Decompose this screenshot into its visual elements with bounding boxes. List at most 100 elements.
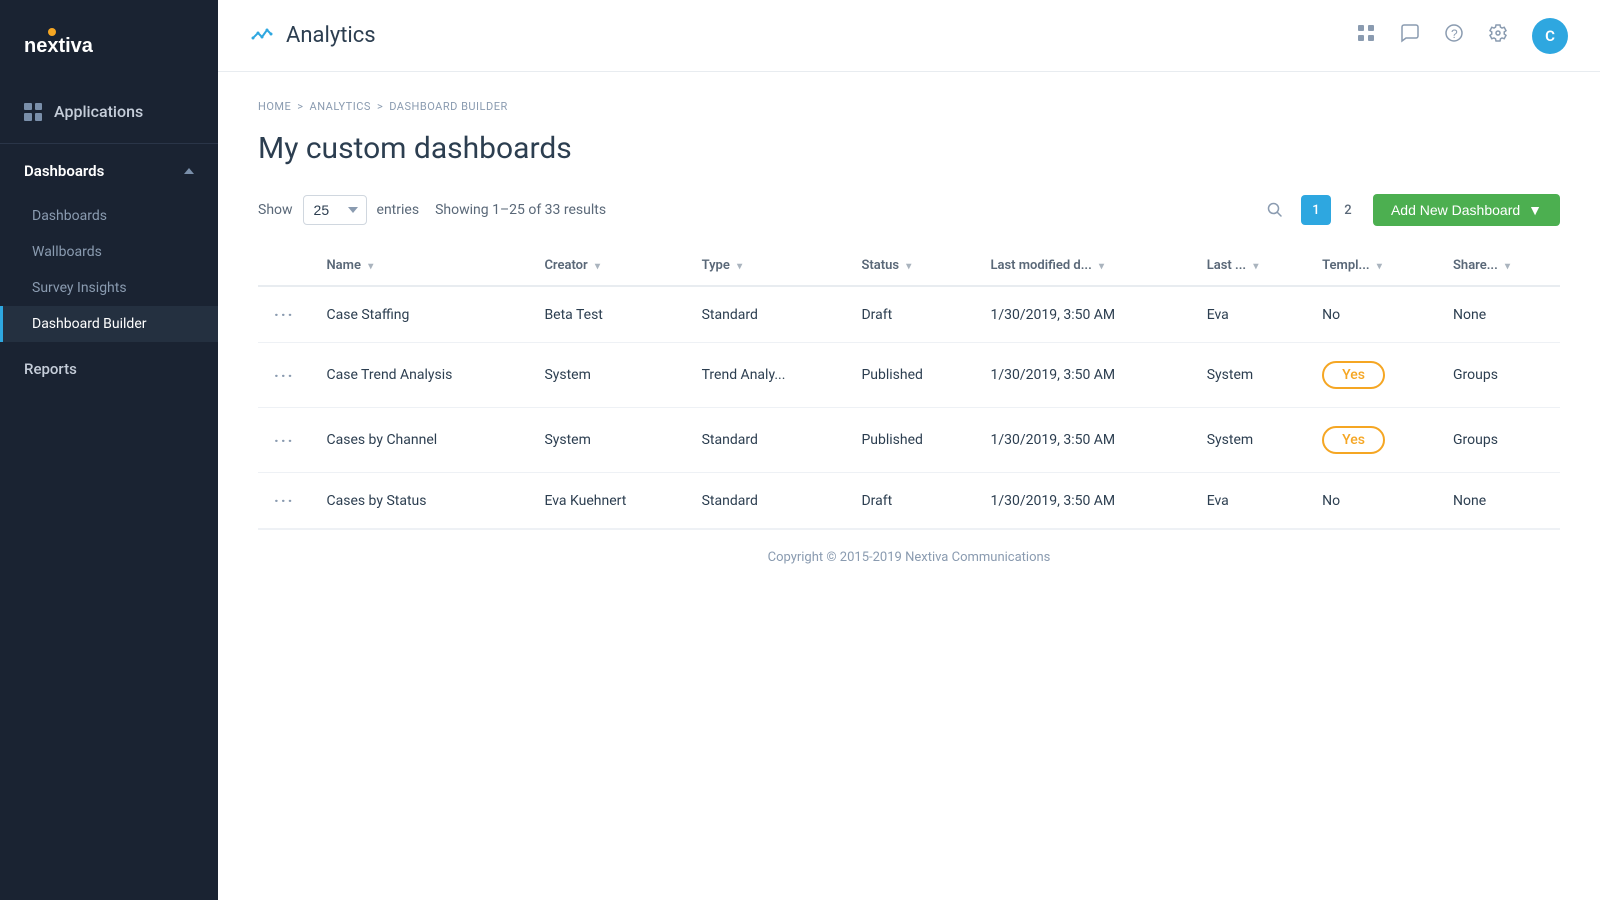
footer: Copyright © 2015-2019 Nextiva Communicat… — [258, 529, 1560, 585]
row-type: Standard — [686, 286, 846, 343]
row-share: Groups — [1437, 408, 1560, 473]
settings-icon[interactable] — [1488, 23, 1508, 48]
applications-label: Applications — [54, 102, 143, 121]
table-row[interactable]: ··· Cases by Status Eva Kuehnert Standar… — [258, 473, 1560, 529]
topbar: Analytics ? — [218, 0, 1600, 72]
sidebar-item-reports[interactable]: Reports — [0, 342, 218, 396]
col-creator[interactable]: Creator ▾ — [528, 246, 685, 286]
row-share: Groups — [1437, 343, 1560, 408]
chevron-up-icon — [184, 168, 194, 174]
page-title: My custom dashboards — [258, 131, 1560, 166]
row-status: Draft — [845, 473, 974, 529]
svg-text:?: ? — [1451, 27, 1458, 41]
row-creator: Beta Test — [528, 286, 685, 343]
col-template[interactable]: Templ... ▾ — [1306, 246, 1437, 286]
sidebar-item-dashboard-builder[interactable]: Dashboard Builder — [0, 306, 218, 342]
sidebar: nextiva Applications Dashboards Dashboar… — [0, 0, 218, 900]
row-type: Trend Analy... — [686, 343, 846, 408]
breadcrumb-analytics[interactable]: ANALYTICS — [310, 100, 371, 113]
sidebar-item-dashboards[interactable]: Dashboards — [0, 198, 218, 234]
search-button[interactable] — [1259, 194, 1291, 226]
topbar-left: Analytics — [250, 21, 376, 51]
row-share: None — [1437, 286, 1560, 343]
controls-left: Show 25 10 50 100 entries Showing 1–25 o… — [258, 195, 606, 225]
page-1-button[interactable]: 1 — [1301, 195, 1331, 225]
row-creator: Eva Kuehnert — [528, 473, 685, 529]
sidebar-item-wallboards[interactable]: Wallboards — [0, 234, 218, 270]
controls-right: 1 2 Add New Dashboard ▼ — [1259, 194, 1560, 226]
row-last-modified: 1/30/2019, 3:50 AM — [974, 473, 1190, 529]
table-body: ··· Case Staffing Beta Test Standard Dra… — [258, 286, 1560, 529]
grid-icon — [24, 103, 42, 121]
col-status[interactable]: Status ▾ — [845, 246, 974, 286]
row-menu[interactable]: ··· — [258, 343, 310, 408]
grid-icon-topbar[interactable] — [1356, 23, 1376, 48]
row-creator: System — [528, 408, 685, 473]
row-last-modified: 1/30/2019, 3:50 AM — [974, 408, 1190, 473]
row-name[interactable]: Cases by Status — [310, 473, 528, 529]
row-menu[interactable]: ··· — [258, 286, 310, 343]
entries-label: entries — [377, 202, 420, 218]
svg-text:nextiva: nextiva — [24, 35, 94, 57]
col-type[interactable]: Type ▾ — [686, 246, 846, 286]
row-type: Standard — [686, 408, 846, 473]
logo-area: nextiva — [0, 0, 218, 80]
col-actions — [258, 246, 310, 286]
template-cell: Yes — [1306, 343, 1437, 408]
analytics-icon — [250, 21, 274, 51]
user-avatar[interactable]: C — [1532, 18, 1568, 54]
dashboards-section-header[interactable]: Dashboards — [0, 144, 218, 198]
row-last-modified: 1/30/2019, 3:50 AM — [974, 343, 1190, 408]
sidebar-applications[interactable]: Applications — [0, 80, 218, 144]
row-menu[interactable]: ··· — [258, 473, 310, 529]
row-name[interactable]: Cases by Channel — [310, 408, 528, 473]
nextiva-logo: nextiva — [24, 22, 134, 58]
dashboards-table: Name ▾ Creator ▾ Type ▾ Status ▾ Last mo… — [258, 246, 1560, 529]
chat-icon[interactable] — [1400, 23, 1420, 48]
show-label: Show — [258, 202, 293, 218]
table-row[interactable]: ··· Case Trend Analysis System Trend Ana… — [258, 343, 1560, 408]
row-last: Eva — [1191, 286, 1306, 343]
table-row[interactable]: ··· Cases by Channel System Standard Pub… — [258, 408, 1560, 473]
row-creator: System — [528, 343, 685, 408]
row-menu[interactable]: ··· — [258, 408, 310, 473]
entries-select[interactable]: 25 10 50 100 — [303, 195, 367, 225]
row-type: Standard — [686, 473, 846, 529]
breadcrumb: HOME > ANALYTICS > DASHBOARD BUILDER — [258, 100, 1560, 113]
dashboards-sub-items: Dashboards Wallboards Survey Insights Da… — [0, 198, 218, 342]
table-row[interactable]: ··· Case Staffing Beta Test Standard Dra… — [258, 286, 1560, 343]
col-name[interactable]: Name ▾ — [310, 246, 528, 286]
row-status: Draft — [845, 286, 974, 343]
template-cell: Yes — [1306, 408, 1437, 473]
template-cell: No — [1306, 473, 1437, 529]
col-last[interactable]: Last ... ▾ — [1191, 246, 1306, 286]
footer-text: Copyright © 2015-2019 Nextiva Communicat… — [768, 550, 1051, 565]
breadcrumb-current: DASHBOARD BUILDER — [389, 100, 508, 113]
row-last: System — [1191, 343, 1306, 408]
topbar-title: Analytics — [286, 23, 376, 48]
results-info: Showing 1–25 of 33 results — [435, 202, 606, 218]
row-status: Published — [845, 343, 974, 408]
topbar-right: ? C — [1356, 18, 1568, 54]
row-name[interactable]: Case Trend Analysis — [310, 343, 528, 408]
help-icon[interactable]: ? — [1444, 23, 1464, 48]
template-cell: No — [1306, 286, 1437, 343]
main-content: Analytics ? — [218, 0, 1600, 900]
controls-bar: Show 25 10 50 100 entries Showing 1–25 o… — [258, 194, 1560, 226]
col-share[interactable]: Share... ▾ — [1437, 246, 1560, 286]
col-last-modified[interactable]: Last modified d... ▾ — [974, 246, 1190, 286]
content-area: HOME > ANALYTICS > DASHBOARD BUILDER My … — [218, 72, 1600, 900]
add-dashboard-button[interactable]: Add New Dashboard ▼ — [1373, 194, 1560, 226]
row-name[interactable]: Case Staffing — [310, 286, 528, 343]
row-status: Published — [845, 408, 974, 473]
page-2-button[interactable]: 2 — [1333, 195, 1363, 225]
row-last: System — [1191, 408, 1306, 473]
pagination: 1 2 — [1301, 195, 1363, 225]
table-header: Name ▾ Creator ▾ Type ▾ Status ▾ Last mo… — [258, 246, 1560, 286]
breadcrumb-home[interactable]: HOME — [258, 100, 291, 113]
sidebar-item-survey-insights[interactable]: Survey Insights — [0, 270, 218, 306]
table-wrapper: Name ▾ Creator ▾ Type ▾ Status ▾ Last mo… — [258, 246, 1560, 529]
row-share: None — [1437, 473, 1560, 529]
row-last: Eva — [1191, 473, 1306, 529]
dashboards-section-label: Dashboards — [24, 162, 104, 180]
